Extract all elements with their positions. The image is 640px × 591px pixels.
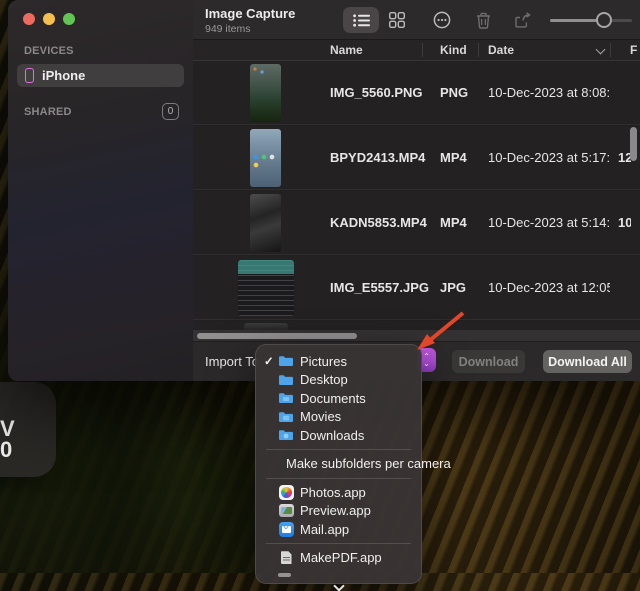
download-button[interactable]: Download [452,350,525,373]
file-date: 10-Dec-2023 at 12:05:2… [488,280,610,295]
slider-knob[interactable] [596,12,612,28]
menu-item-preview-app[interactable]: Preview.app [256,502,421,521]
column-header-kind[interactable]: Kind [440,43,467,57]
menu-item-documents[interactable]: Documents [256,389,421,408]
iphone-icon [25,68,34,83]
file-thumbnail [250,129,281,187]
table-row[interactable]: BPYD2413.MP4 MP4 10-Dec-2023 at 5:17:28…… [193,126,640,190]
mail-app-icon [278,522,294,537]
table-row[interactable]: KADN5853.MP4 MP4 10-Dec-2023 at 5:14:03…… [193,191,640,255]
file-size-partial: 10 [618,215,631,230]
column-header-date[interactable]: Date [488,43,514,57]
popup-arrows-icon: ⌃⌄ [423,353,430,367]
download-all-button[interactable]: Download All [543,350,632,373]
ellipsis-circle-icon [433,11,451,29]
column-divider[interactable] [422,43,423,57]
image-capture-window: DEVICES iPhone SHARED 0 Image Capture 94… [8,0,640,381]
file-kind: MP4 [440,150,467,165]
close-button[interactable] [23,13,35,25]
menu-item-makepdf-app[interactable]: MakePDF.app [256,549,421,568]
sidebar: DEVICES iPhone SHARED 0 [8,0,193,381]
menu-item-pictures[interactable]: ✓ Pictures [256,352,421,371]
table-header: Name Kind Date F [193,40,640,61]
menu-separator [266,478,411,479]
menu-item-make-subfolders[interactable]: Make subfolders per camera [256,455,421,474]
shared-count-badge: 0 [162,103,179,120]
list-view-button[interactable] [343,7,379,33]
menu-scroll-more[interactable] [256,582,421,590]
column-divider[interactable] [610,43,611,57]
file-date: 10-Dec-2023 at 5:14:03… [488,215,610,230]
folder-icon [278,411,294,423]
checkmark-icon: ✓ [264,354,278,368]
share-button[interactable] [509,7,535,33]
partial-menu-item [278,573,291,577]
menu-item-downloads[interactable]: Downloads [256,426,421,445]
folder-icon [278,374,294,386]
file-date: 10-Dec-2023 at 5:17:28… [488,150,610,165]
trash-icon [476,12,491,29]
menu-item-movies[interactable]: Movies [256,408,421,427]
share-icon [514,12,531,29]
file-kind: JPG [440,280,466,295]
file-kind: MP4 [440,215,467,230]
horizontal-scrollbar[interactable] [193,330,640,341]
file-name: IMG_E5557.JPG [330,280,429,295]
preview-app-icon [278,504,294,517]
more-options-button[interactable] [429,7,455,33]
column-divider[interactable] [478,43,479,57]
window-title: Image Capture [205,6,295,21]
file-list: IMG_5560.PNG PNG 10-Dec-2023 at 8:08:2… … [193,61,640,330]
grid-view-button[interactable] [384,7,410,33]
thumbnail-zoom-slider[interactable] [550,12,632,28]
document-app-icon [278,551,294,564]
column-header-name[interactable]: Name [330,43,363,57]
list-view-icon [353,14,370,27]
item-count: 949 items [205,23,295,35]
menu-item-desktop[interactable]: Desktop [256,371,421,390]
shared-section-label: SHARED [24,106,72,118]
file-thumbnail [244,323,288,330]
table-row[interactable]: IMG_E5557.JPG JPG 10-Dec-2023 at 12:05:2… [193,256,640,320]
zoom-button[interactable] [63,13,75,25]
photos-app-icon [278,485,294,500]
folder-icon [278,429,294,441]
menu-item-photos-app[interactable]: Photos.app [256,483,421,502]
file-thumbnail [250,194,281,252]
sort-chevron-down-icon [597,46,605,54]
table-row-partial[interactable] [193,321,640,330]
delete-button[interactable] [470,7,496,33]
toolbar: Image Capture 949 items [193,0,640,40]
menu-separator [266,543,411,544]
file-thumbnail [250,64,281,122]
chevron-down-icon [333,580,344,591]
file-name: BPYD2413.MP4 [330,150,425,165]
menu-separator [266,449,411,450]
desktop: { "window": { "title": "Image Capture", … [0,0,640,573]
folder-icon [278,392,294,404]
minimize-button[interactable] [43,13,55,25]
devices-section-label: DEVICES [24,45,193,57]
file-kind: PNG [440,85,468,100]
sidebar-item-iphone[interactable]: iPhone [17,64,184,87]
content-pane: Image Capture 949 items [193,0,640,381]
horizontal-scrollbar-thumb[interactable] [197,333,357,339]
vertical-scrollbar-thumb[interactable] [630,127,637,161]
folder-icon [278,355,294,367]
import-to-label: Import To [205,354,259,369]
table-row[interactable]: IMG_5560.PNG PNG 10-Dec-2023 at 8:08:2… [193,61,640,125]
menu-item-mail-app[interactable]: Mail.app [256,520,421,539]
file-thumbnail [238,260,294,316]
file-name: KADN5853.MP4 [330,215,427,230]
column-header-partial: F [630,43,637,57]
file-date: 10-Dec-2023 at 8:08:2… [488,85,610,100]
device-name: iPhone [42,68,85,83]
widget-partial-text: V 0 [0,418,15,460]
grid-view-icon [389,12,405,28]
import-to-menu: ✓ Pictures Desktop Documents Movies Down… [255,344,422,584]
file-name: IMG_5560.PNG [330,85,423,100]
desktop-widget: V 0 [0,382,56,477]
window-controls [8,0,193,25]
